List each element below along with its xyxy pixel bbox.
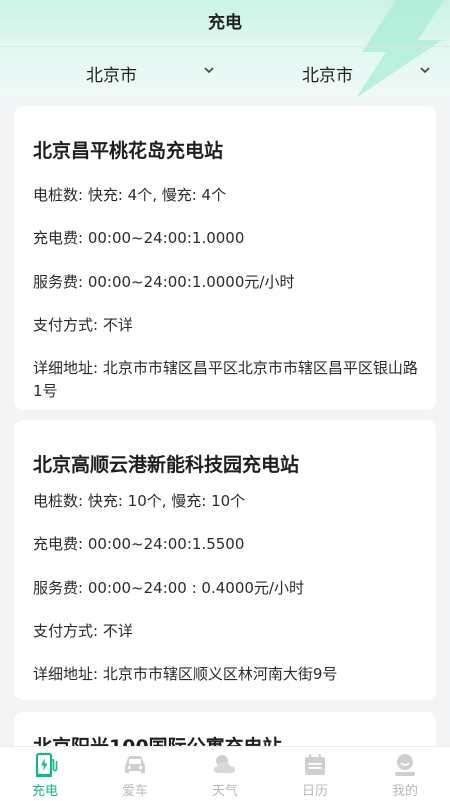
tab-calendar[interactable]: 日历 (270, 747, 360, 801)
charging-icon (35, 752, 58, 778)
bottom-tab-bar: 充电 爱车 天气 日历 我的 (0, 746, 450, 801)
chevron-down-icon (204, 67, 214, 74)
tab-profile-label: 我的 (391, 784, 418, 799)
header-divider (0, 46, 450, 47)
station-card[interactable]: 北京高顺云港新能科技园充电站 电桩数: 快充: 10个, 慢充: 10个 充电费… (14, 420, 436, 700)
station-charge-fee: 充电费: 00:00~24:00:1.5500 (33, 535, 245, 553)
station-service-fee: 服务费: 00:00~24:00 : 0.4000元/小时 (33, 579, 304, 597)
station-payment: 支付方式: 不详 (33, 316, 133, 334)
tab-weather-label: 天气 (211, 784, 238, 799)
calendar-icon (305, 754, 325, 775)
chevron-down-icon (420, 67, 430, 74)
city-select-left-label: 北京市 (86, 66, 137, 86)
profile-icon (395, 754, 415, 776)
tab-car-label: 爱车 (121, 784, 148, 799)
station-card[interactable]: 北京阳光100国际公寓充电站 (14, 712, 436, 746)
station-charge-fee: 充电费: 00:00~24:00:1.0000 (33, 229, 245, 247)
station-address: 详细地址: 北京市市辖区昌平区北京市市辖区昌平区银山路1号 (33, 359, 418, 400)
city-select-right-label: 北京市 (302, 66, 353, 86)
station-card[interactable]: 北京昌平桃花岛充电站 电桩数: 快充: 4个, 慢充: 4个 充电费: 00:0… (14, 106, 436, 410)
page-title: 充电 (208, 13, 242, 33)
weather-icon (214, 755, 235, 773)
tab-calendar-label: 日历 (301, 784, 328, 799)
tab-charging-label: 充电 (31, 784, 58, 799)
station-payment: 支付方式: 不详 (33, 622, 133, 640)
station-name: 北京高顺云港新能科技园充电站 (33, 454, 300, 476)
tab-profile[interactable]: 我的 (360, 747, 450, 801)
header: 充电 北京市 北京市 (0, 0, 450, 98)
station-piles: 电桩数: 快充: 4个, 慢充: 4个 (33, 186, 227, 204)
station-address: 详细地址: 北京市市辖区顺义区林河南大街9号 (33, 665, 338, 683)
station-name: 北京阳光100国际公寓充电站 (33, 732, 282, 746)
tab-car[interactable]: 爱车 (90, 747, 180, 801)
station-name: 北京昌平桃花岛充电站 (33, 140, 224, 162)
station-list[interactable]: 北京昌平桃花岛充电站 电桩数: 快充: 4个, 慢充: 4个 充电费: 00:0… (0, 98, 450, 746)
tab-weather[interactable]: 天气 (180, 747, 270, 801)
car-icon (125, 756, 145, 773)
tab-charging[interactable]: 充电 (0, 747, 90, 801)
station-service-fee: 服务费: 00:00~24:00:1.0000元/小时 (33, 273, 295, 291)
station-piles: 电桩数: 快充: 10个, 慢充: 10个 (33, 492, 246, 510)
